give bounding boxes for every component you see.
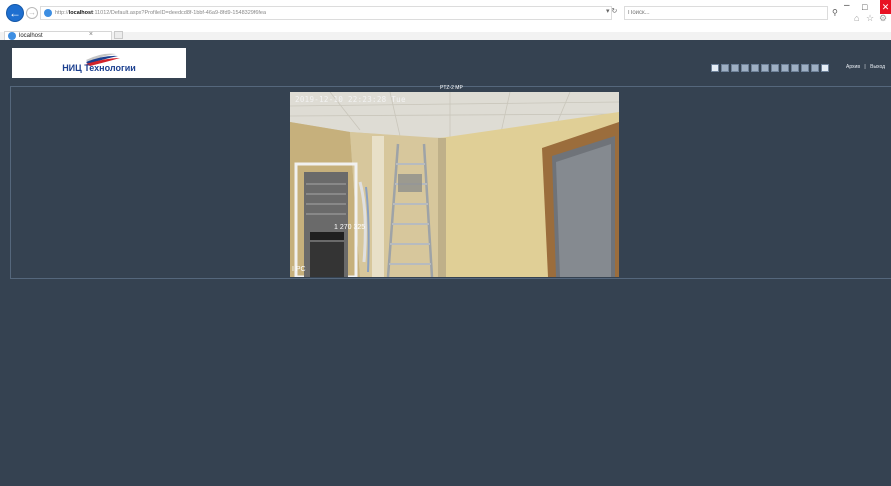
back-arrow-icon[interactable]: ← [6,4,24,22]
browser-tab[interactable]: localhost × [4,31,112,40]
refresh-icon[interactable]: ▾ ↻ [606,7,617,15]
top-links: Архив | Выход [846,64,888,70]
browser-search-box[interactable] [624,6,828,20]
video-overlay-label: 1 270 325 [334,224,366,231]
layout-5x5-button[interactable] [791,64,799,72]
layout-2x2-button[interactable] [721,64,729,72]
page-content: НИЦ Технологии Архив | Выход PTZ-2 MP 20… [0,40,891,486]
company-logo[interactable]: НИЦ Технологии [12,48,186,78]
layout-1plus5-button[interactable] [741,64,749,72]
grid-divider-left [10,86,11,278]
tab-close-icon[interactable]: × [89,31,93,38]
close-window-icon[interactable]: ✕ [880,0,891,14]
grid-divider-mid [10,278,891,279]
address-url[interactable]: http://localhost:11012/Default.aspx?Prof… [55,10,266,16]
tab-favicon-icon [8,32,16,40]
browser-toolbar: ← → http://localhost:11012/Default.aspx?… [0,0,891,32]
site-globe-icon [44,9,52,17]
layout-1x1-button[interactable] [711,64,719,72]
browser-chrome: ← → http://localhost:11012/Default.aspx?… [0,0,891,40]
camera-video-feed[interactable]: 2019-12-10 22:23:28 Tue 1 270 325 I PC [290,92,619,277]
address-bar[interactable]: http://localhost:11012/Default.aspx?Prof… [40,6,612,20]
exit-link[interactable]: Выход [870,64,885,70]
search-input[interactable] [625,7,827,19]
tab-title: localhost [19,33,43,39]
layout-3x3-button[interactable] [731,64,739,72]
minimize-icon[interactable]: – [844,0,850,11]
favorites-star-icon[interactable]: ☆ [866,13,874,24]
search-icon[interactable]: ⚲ [832,8,838,17]
logo-text: НИЦ Технологии [62,63,136,73]
link-separator: | [864,64,866,70]
layout-4x4-button[interactable] [761,64,769,72]
archive-link[interactable]: Архив [846,64,860,70]
camera-frame-image [290,92,619,277]
layout-1plus12-button[interactable] [781,64,789,72]
maximize-icon[interactable]: □ [862,2,867,12]
video-corner-label: I PC [292,266,306,273]
forward-arrow-icon[interactable]: → [26,7,38,19]
layout-6x6-button[interactable] [801,64,809,72]
video-timestamp: 2019-12-10 22:23:28 Tue [295,95,406,104]
layout-custom-button[interactable] [811,64,819,72]
layout-toolbar [711,64,829,72]
home-icon[interactable]: ⌂ [854,13,859,23]
layout-2plus8-button[interactable] [771,64,779,72]
gear-icon[interactable]: ⚙ [879,13,887,24]
new-tab-button[interactable] [114,31,123,39]
camera-title: PTZ-2 MP [440,85,463,91]
layout-fullscreen-button[interactable] [821,64,829,72]
layout-1plus7-button[interactable] [751,64,759,72]
